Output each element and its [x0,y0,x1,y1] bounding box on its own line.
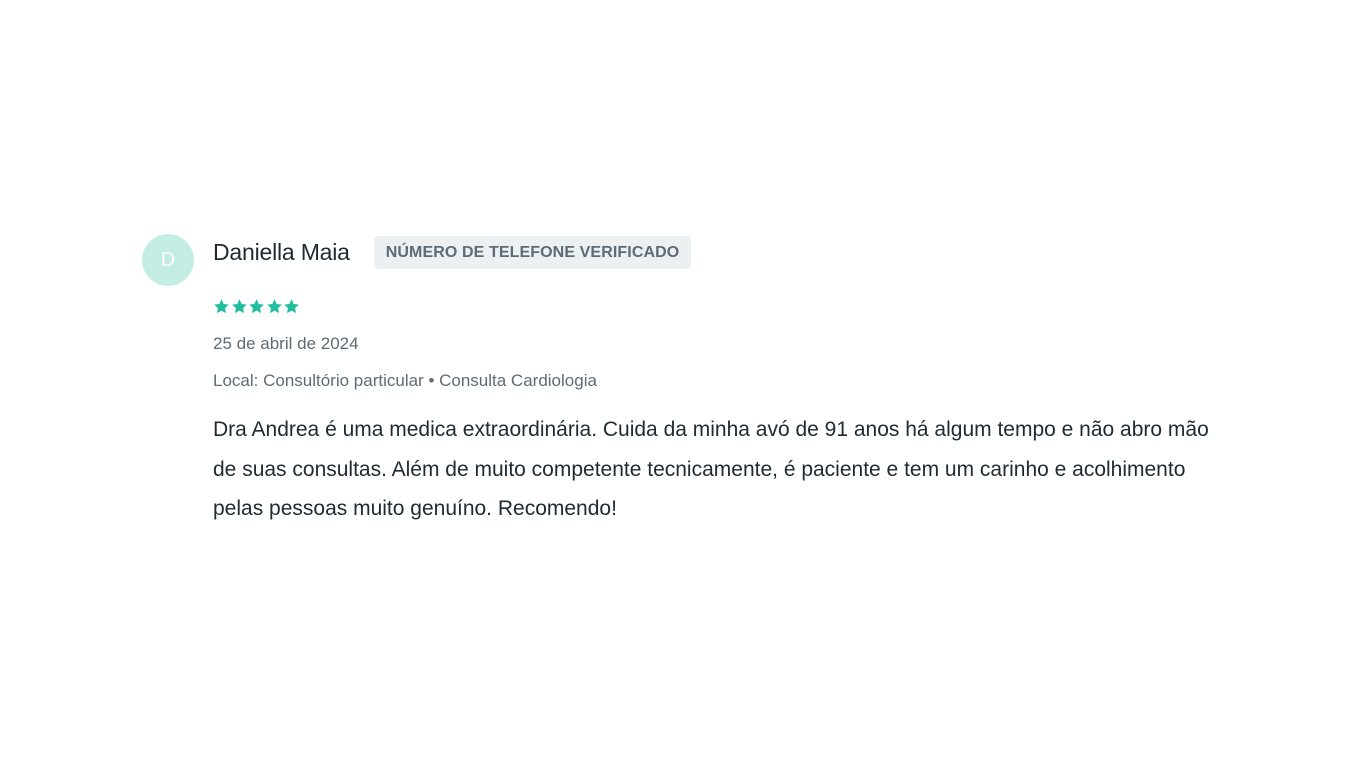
verified-phone-badge: NÚMERO DE TELEFONE VERIFICADO [373,235,692,269]
star-icon [231,298,248,315]
review-text: Dra Andrea é uma medica extraordinária. … [213,418,1209,520]
star-icon [213,298,230,315]
review-card: D Daniella Maia NÚMERO DE TELEFONE VERIF… [142,234,1232,529]
star-icon [283,298,300,315]
star-rating [213,298,1233,316]
review-location: Local: Consultório particular • Consulta… [213,371,597,390]
review-date: 25 de abril de 2024 [213,334,359,353]
review-content: Daniella Maia NÚMERO DE TELEFONE VERIFIC… [213,234,1233,529]
avatar: D [142,234,194,286]
review-header: Daniella Maia NÚMERO DE TELEFONE VERIFIC… [213,233,1233,271]
star-icon [266,298,283,315]
author-name: Daniella Maia [213,238,350,265]
star-icon [248,298,265,315]
avatar-letter: D [160,248,176,271]
